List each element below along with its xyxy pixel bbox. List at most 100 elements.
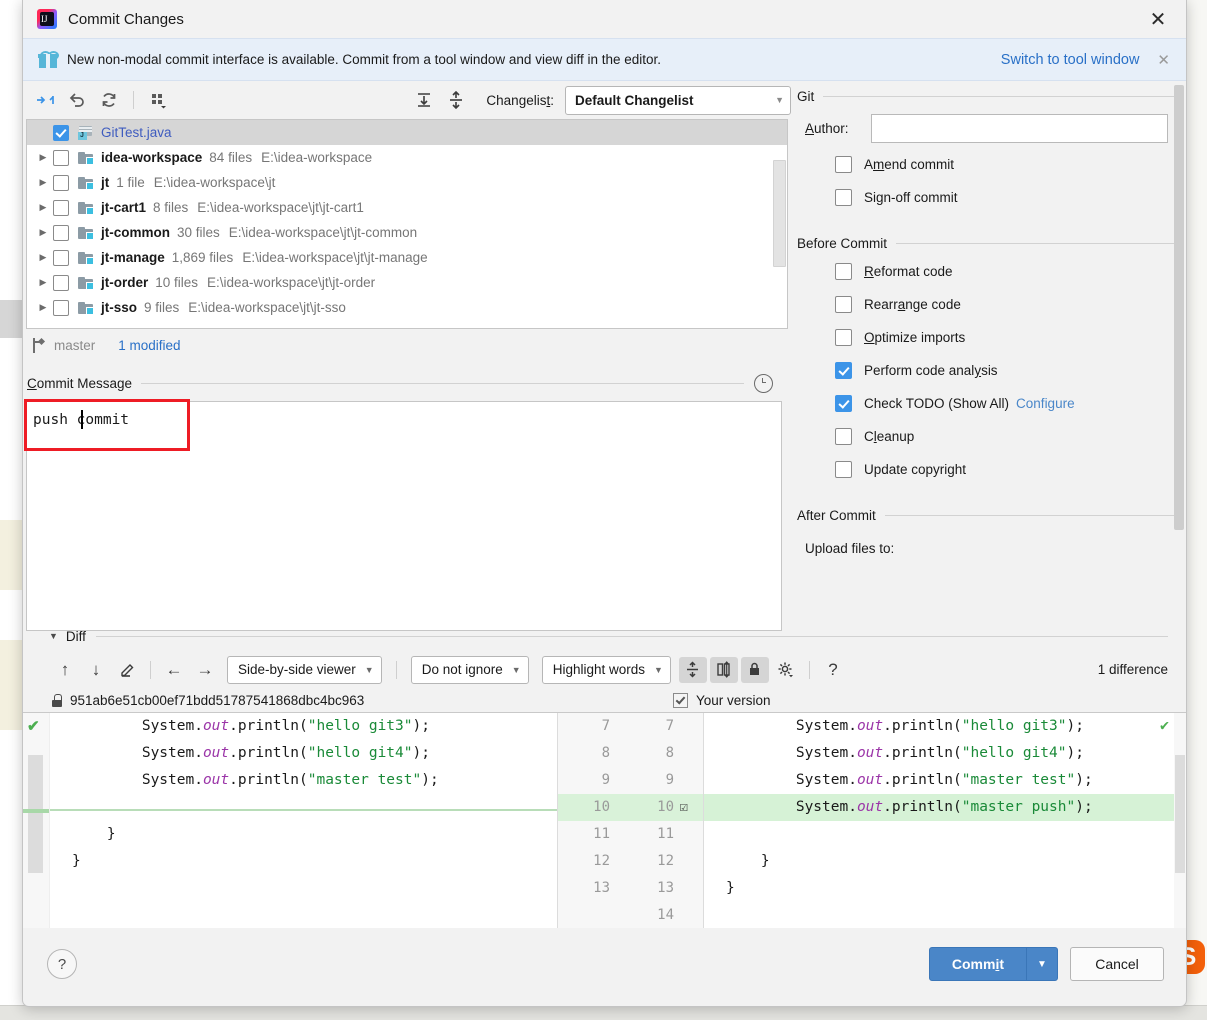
option-checkbox[interactable] xyxy=(835,461,852,478)
group-by-icon[interactable] xyxy=(143,86,173,114)
left-diff-pane[interactable]: System.out.println("hello git3"); System… xyxy=(50,713,557,928)
option-checkbox[interactable] xyxy=(835,156,852,173)
accept-left-icon[interactable]: ← xyxy=(160,657,188,683)
collapse-all-icon[interactable] xyxy=(441,86,471,114)
tree-row[interactable]: J GitTest.java xyxy=(27,120,787,145)
accept-change-checkbox[interactable]: ☑ xyxy=(674,794,694,821)
tree-row-checkbox[interactable] xyxy=(53,299,69,316)
viewer-mode-dropdown[interactable]: Side-by-side viewer ▼ xyxy=(227,655,382,684)
help-button[interactable]: ? xyxy=(47,949,77,979)
tree-row-checkbox[interactable] xyxy=(53,149,69,166)
option-row[interactable]: Amend commit xyxy=(797,148,1176,181)
tree-row[interactable]: ▶ jt 1 file E:\idea-workspace\jt xyxy=(27,170,787,195)
tree-row-count: 9 files xyxy=(144,300,180,315)
tree-row-checkbox[interactable] xyxy=(53,274,69,291)
help-icon[interactable]: ? xyxy=(819,657,847,683)
option-checkbox[interactable] xyxy=(835,428,852,445)
notification-close-icon[interactable]: ✕ xyxy=(1157,51,1170,69)
background-strip xyxy=(0,300,24,338)
commit-dropdown-arrow[interactable]: ▼ xyxy=(1027,959,1057,970)
tree-row-checkbox[interactable] xyxy=(53,174,69,191)
option-row[interactable]: Sign-off commit xyxy=(797,181,1176,214)
tree-row-checkbox[interactable] xyxy=(53,224,69,241)
line-number-row: 99 xyxy=(558,767,703,794)
option-row[interactable]: Cleanup xyxy=(797,420,1176,453)
expand-all-icon[interactable] xyxy=(409,86,439,114)
tree-row-checkbox[interactable] xyxy=(53,124,69,141)
expand-arrow-icon[interactable]: ▶ xyxy=(33,152,53,163)
folder-icon xyxy=(78,276,94,290)
tree-row-checkbox[interactable] xyxy=(53,199,69,216)
changes-tree[interactable]: J GitTest.java ▶ idea-workspace 84 files E:\i… xyxy=(26,119,788,329)
commit-message-input[interactable]: push commit xyxy=(24,399,782,631)
diff-line: } xyxy=(726,880,735,896)
read-only-lock-icon[interactable] xyxy=(740,656,769,683)
option-checkbox[interactable] xyxy=(835,296,852,313)
notification-bar: New non-modal commit interface is availa… xyxy=(23,38,1186,81)
highlight-mode-dropdown[interactable]: Highlight words ▼ xyxy=(541,655,671,684)
switch-to-tool-window-link[interactable]: Switch to tool window xyxy=(1001,52,1140,68)
option-checkbox[interactable] xyxy=(835,189,852,206)
expand-arrow-icon[interactable]: ▶ xyxy=(33,277,53,288)
next-difference-icon[interactable]: ↓ xyxy=(82,657,110,683)
tree-row[interactable]: ▶ jt-sso 9 files E:\idea-workspace\jt\jt-ss… xyxy=(27,295,787,320)
expand-arrow-icon[interactable]: ▶ xyxy=(33,302,53,313)
expand-arrow-icon[interactable]: ▶ xyxy=(33,202,53,213)
cancel-button[interactable]: Cancel xyxy=(1070,947,1164,981)
new-line-number: 13 xyxy=(657,880,674,896)
rollback-icon[interactable] xyxy=(62,86,92,114)
left-gutter-scrollbar[interactable] xyxy=(28,755,43,873)
sync-scroll-icon[interactable] xyxy=(709,656,738,683)
option-row[interactable]: Update copyright xyxy=(797,453,1176,486)
option-row[interactable]: Optimize imports xyxy=(797,321,1176,354)
ignore-mode-dropdown[interactable]: Do not ignore ▼ xyxy=(410,655,529,684)
option-row[interactable]: Reformat code xyxy=(797,255,1176,288)
before-commit-section-header: Before Commit xyxy=(797,236,1176,251)
refresh-icon[interactable] xyxy=(94,86,124,114)
your-version-checkbox[interactable] xyxy=(673,692,688,708)
option-checkbox[interactable] xyxy=(835,395,852,412)
changelist-dropdown[interactable]: Default Changelist ▼ xyxy=(565,85,791,115)
tree-row[interactable]: ▶ jt-manage 1,869 files E:\idea-workspace\j… xyxy=(27,245,787,270)
previous-difference-icon[interactable]: ↑ xyxy=(51,657,79,683)
history-clock-icon[interactable] xyxy=(754,373,773,393)
right-diff-gutter[interactable]: ✔ xyxy=(1160,713,1186,928)
tree-row[interactable]: ▶ jt-common 30 files E:\idea-workspace\jt\j… xyxy=(27,220,787,245)
option-checkbox[interactable] xyxy=(835,329,852,346)
tree-row[interactable]: ▶ idea-workspace 84 files E:\idea-workspace xyxy=(27,145,787,170)
your-version-header[interactable]: Your version xyxy=(673,692,771,708)
option-row[interactable]: Perform code analysis xyxy=(797,354,1176,387)
move-to-changelist-icon[interactable] xyxy=(30,86,60,114)
edit-icon[interactable] xyxy=(113,657,141,683)
modified-count-link[interactable]: 1 modified xyxy=(118,338,180,353)
after-commit-title: After Commit xyxy=(797,508,876,523)
tree-row[interactable]: ▶ jt-cart1 8 files E:\idea-workspace\jt\jt-… xyxy=(27,195,787,220)
author-input[interactable] xyxy=(871,113,1168,143)
settings-gear-icon[interactable] xyxy=(772,657,800,683)
close-dialog-button[interactable]: ✕ xyxy=(1130,0,1186,38)
configure-link[interactable]: Configure xyxy=(1016,396,1075,411)
tree-row-checkbox[interactable] xyxy=(53,249,69,266)
option-row[interactable]: Rearrange code xyxy=(797,288,1176,321)
chevron-down-icon[interactable]: ▼ xyxy=(49,631,58,641)
collapse-unchanged-icon[interactable] xyxy=(678,656,707,683)
commit-button[interactable]: Commit ▼ xyxy=(928,947,1058,981)
options-scrollbar[interactable] xyxy=(1174,85,1184,530)
expand-arrow-icon[interactable]: ▶ xyxy=(33,252,53,263)
right-diff-pane[interactable]: System.out.println("hello git3"); System… xyxy=(704,713,1186,928)
tree-row-count: 1 file xyxy=(116,175,145,190)
new-line-number: 8 xyxy=(665,745,674,761)
option-row[interactable]: Check TODO (Show All) Configure xyxy=(797,387,1176,420)
expand-arrow-icon[interactable]: ▶ xyxy=(33,177,53,188)
author-label: Author: xyxy=(805,120,849,136)
background-strip xyxy=(0,640,24,730)
option-checkbox[interactable] xyxy=(835,263,852,280)
expand-arrow-icon[interactable]: ▶ xyxy=(33,227,53,238)
right-gutter-scrollbar[interactable] xyxy=(1175,755,1185,873)
tree-scrollbar[interactable] xyxy=(773,160,786,267)
new-line-number: 12 xyxy=(657,853,674,869)
accept-right-icon[interactable]: → xyxy=(191,657,219,683)
option-checkbox[interactable] xyxy=(835,362,852,379)
tree-row[interactable]: ▶ jt-order 10 files E:\idea-workspace\jt\jt… xyxy=(27,270,787,295)
left-diff-gutter[interactable]: ✔ xyxy=(23,713,50,928)
